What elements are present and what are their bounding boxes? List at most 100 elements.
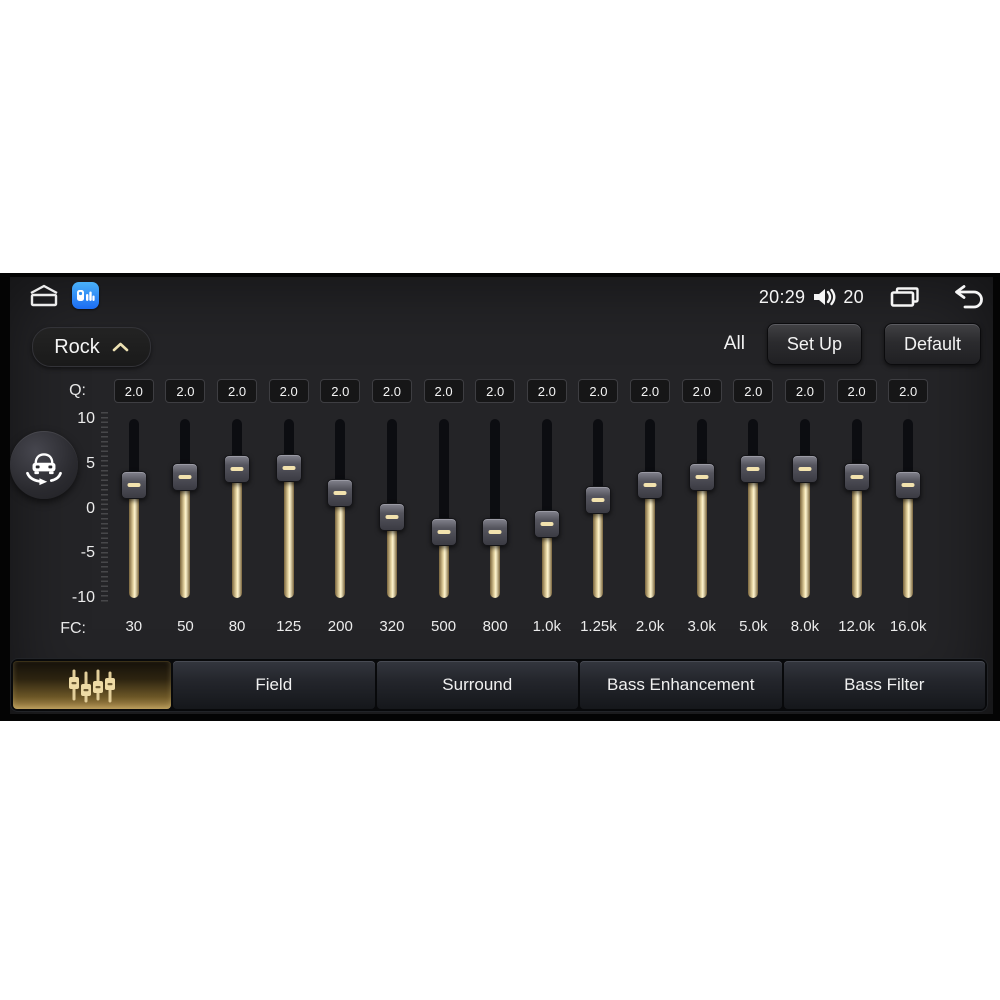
recents-button[interactable]: [890, 286, 920, 308]
all-label[interactable]: All: [724, 333, 745, 355]
q-value-2.0k[interactable]: 2.0: [630, 379, 671, 403]
slider-handle[interactable]: [378, 502, 405, 531]
band-slider-200[interactable]: [327, 419, 354, 598]
db-scale-label: 0: [86, 499, 95, 517]
band-slider-50[interactable]: [172, 419, 199, 598]
slider-handle[interactable]: [843, 463, 870, 492]
q-value-125[interactable]: 2.0: [268, 379, 309, 403]
band-slider-8.0k[interactable]: [791, 419, 818, 598]
default-button[interactable]: Default: [883, 323, 981, 365]
band-slider-320[interactable]: [378, 419, 405, 598]
status-bar: 20:29 20: [0, 281, 1000, 313]
slider-handle[interactable]: [895, 471, 922, 500]
slider-fill: [851, 476, 862, 598]
page: 20:29 20 Rock All Set Up Default Q: FC: …: [0, 0, 1000, 1000]
slider-fill: [799, 468, 810, 598]
toolbar-actions: All Set Up Default: [724, 323, 981, 365]
band-slider-125[interactable]: [275, 419, 302, 598]
tab-field[interactable]: Field: [173, 661, 375, 709]
q-value-12.0k[interactable]: 2.0: [836, 379, 877, 403]
equalizer-sliders-icon: [69, 669, 115, 703]
slider-fill: [232, 468, 243, 598]
band-slider-2.0k[interactable]: [637, 419, 664, 598]
q-value-3.0k[interactable]: 2.0: [681, 379, 722, 403]
bezel-top: [0, 273, 1000, 277]
band-slider-800[interactable]: [482, 419, 509, 598]
fc-value: 2.0k: [635, 618, 665, 635]
frequency-labels-row: 30 50 80 125 200 320 500 800 1.0k 1.25k 2.0k 3.0k 5.…: [108, 618, 934, 638]
slider-handle[interactable]: [224, 455, 251, 484]
tab-bass-enhancement[interactable]: Bass Enhancement: [580, 661, 782, 709]
q-value-5.0k[interactable]: 2.0: [733, 379, 774, 403]
tab-equalizer[interactable]: [13, 661, 171, 709]
back-button[interactable]: [950, 285, 984, 309]
car-position-icon: [26, 453, 62, 486]
band-slider-5.0k[interactable]: [740, 419, 767, 598]
slider-handle[interactable]: [482, 517, 509, 546]
band-slider-1.25k[interactable]: [585, 419, 612, 598]
volume-level: 20: [843, 286, 864, 307]
car-stereo-equalizer-screen: 20:29 20 Rock All Set Up Default Q: FC: …: [0, 273, 1000, 721]
slider-fill: [903, 484, 914, 598]
slider-handle[interactable]: [740, 455, 767, 484]
q-value-50[interactable]: 2.0: [165, 379, 206, 403]
q-value-320[interactable]: 2.0: [371, 379, 412, 403]
q-value-1.0k[interactable]: 2.0: [526, 379, 567, 403]
bottom-tab-bar: Field Surround Bass Enhancement Bass Filter: [10, 658, 988, 712]
q-value-500[interactable]: 2.0: [423, 379, 464, 403]
slider-handle[interactable]: [637, 471, 664, 500]
fc-value: 12.0k: [838, 618, 875, 635]
slider-handle[interactable]: [430, 517, 457, 546]
slider-handle[interactable]: [172, 463, 199, 492]
fc-value: 80: [228, 618, 246, 635]
db-tick-ruler: [101, 412, 108, 605]
q-value-8.0k[interactable]: 2.0: [784, 379, 825, 403]
q-value-80[interactable]: 2.0: [217, 379, 258, 403]
q-value-30[interactable]: 2.0: [113, 379, 154, 403]
band-slider-30[interactable]: [120, 419, 147, 598]
back-icon: [955, 285, 983, 309]
clock: 20:29: [758, 286, 806, 307]
band-slider-12.0k[interactable]: [843, 419, 870, 598]
tab-bass-filter[interactable]: Bass Filter: [783, 661, 985, 709]
fc-value: 50: [177, 618, 194, 635]
q-value-200[interactable]: 2.0: [320, 379, 361, 403]
q-values-row: 2.0 2.0 2.0 2.0 2.0 2.0 2.0 2.0 2.0 2.0 2.0 2.0 2.0 2…: [108, 379, 934, 403]
slider-fill: [696, 476, 707, 598]
slider-handle[interactable]: [275, 454, 302, 483]
db-scale-label: 5: [86, 454, 95, 472]
slider-handle[interactable]: [585, 485, 612, 514]
slider-handle[interactable]: [120, 471, 147, 500]
q-value-1.25k[interactable]: 2.0: [578, 379, 619, 403]
db-scale-label: 10: [77, 410, 95, 427]
bezel-right: [993, 273, 1000, 721]
tab-surround[interactable]: Surround: [376, 661, 578, 709]
setup-button[interactable]: Set Up: [766, 323, 862, 365]
band-slider-3.0k[interactable]: [688, 419, 715, 598]
fc-value: 125: [276, 618, 302, 635]
slider-fill: [283, 467, 294, 598]
fc-value: 1.0k: [532, 618, 561, 635]
fc-value: 800: [482, 618, 508, 635]
fc-value: 200: [327, 618, 353, 635]
slider-fill: [335, 492, 346, 598]
slider-fill: [128, 484, 139, 598]
q-value-800[interactable]: 2.0: [475, 379, 516, 403]
slider-handle[interactable]: [791, 455, 818, 484]
slider-handle[interactable]: [327, 479, 354, 508]
q-value-16.0k[interactable]: 2.0: [888, 379, 929, 403]
slider-fill: [645, 484, 656, 598]
slider-fill: [748, 468, 759, 598]
recents-icon: [890, 287, 919, 307]
slider-handle[interactable]: [533, 509, 560, 538]
band-slider-500[interactable]: [430, 419, 457, 598]
band-slider-1.0k[interactable]: [533, 419, 560, 598]
fc-value: 30: [125, 618, 143, 635]
listening-position-button[interactable]: [10, 431, 78, 499]
db-scale-label: -5: [80, 544, 95, 562]
slider-handle[interactable]: [688, 463, 715, 492]
fc-value: 16.0k: [889, 618, 927, 635]
band-slider-80[interactable]: [224, 419, 251, 598]
speaker-icon: [812, 286, 836, 308]
band-slider-16.0k[interactable]: [895, 419, 922, 598]
